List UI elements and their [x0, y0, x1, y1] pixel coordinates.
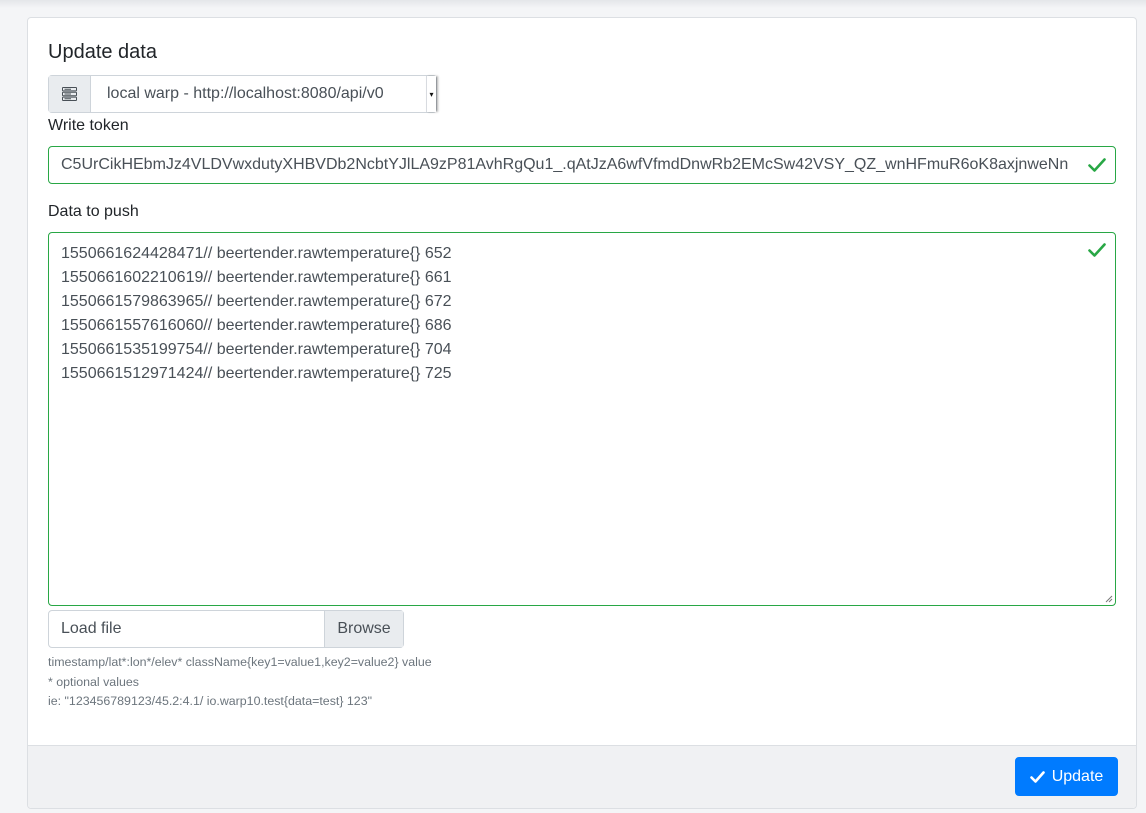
write-token-input[interactable]: C5UrCikHEbmJz4VLDVwxdutyXHBVDb2NcbtYJlLA…	[48, 146, 1116, 184]
data-line: 1550661512971424// beertender.rawtempera…	[61, 365, 452, 382]
card-footer: Update	[28, 745, 1136, 808]
top-shadow	[0, 0, 1146, 8]
write-token-label: Write token	[48, 117, 129, 134]
update-data-card: Update data local warp - http://localhos…	[27, 17, 1137, 809]
data-line: 1550661579863965// beertender.rawtempera…	[61, 293, 452, 310]
dropdown-caret-icon[interactable]: ▾	[426, 76, 436, 112]
help-optional: * optional values	[48, 674, 139, 689]
resize-handle[interactable]	[1105, 595, 1113, 603]
update-button[interactable]: Update	[1015, 757, 1118, 796]
write-token-value: C5UrCikHEbmJz4VLDVwxdutyXHBVDb2NcbtYJlLA…	[61, 156, 1069, 173]
endpoint-select[interactable]: local warp - http://localhost:8080/api/v…	[48, 75, 437, 113]
data-to-push-textarea[interactable]: 1550661624428471// beertender.rawtempera…	[48, 232, 1116, 606]
help-format: timestamp/lat*:lon*/elev* className{key1…	[48, 655, 432, 669]
data-line: 1550661624428471// beertender.rawtempera…	[61, 245, 452, 262]
check-icon	[1029, 770, 1045, 783]
update-button-label: Update	[1051, 767, 1104, 785]
server-icon	[49, 76, 91, 112]
endpoint-selected-value: local warp - http://localhost:8080/api/v…	[107, 85, 384, 102]
load-file-input[interactable]: Load file Browse	[48, 610, 404, 648]
data-line: 1550661602210619// beertender.rawtempera…	[61, 269, 452, 286]
data-line: 1550661557616060// beertender.rawtempera…	[61, 317, 452, 334]
format-help: timestamp/lat*:lon*/elev* className{key1…	[48, 653, 432, 712]
load-file-placeholder: Load file	[61, 620, 122, 637]
data-valid-check-icon	[1088, 243, 1106, 257]
browse-button[interactable]: Browse	[324, 611, 403, 647]
data-to-push-label: Data to push	[48, 203, 139, 220]
card-title: Update data	[48, 41, 157, 63]
help-example: ie: "123456789123/45.2:4.1/ io.warp10.te…	[48, 694, 372, 708]
data-line: 1550661535199754// beertender.rawtempera…	[61, 341, 452, 358]
token-valid-check-icon	[1088, 158, 1106, 172]
